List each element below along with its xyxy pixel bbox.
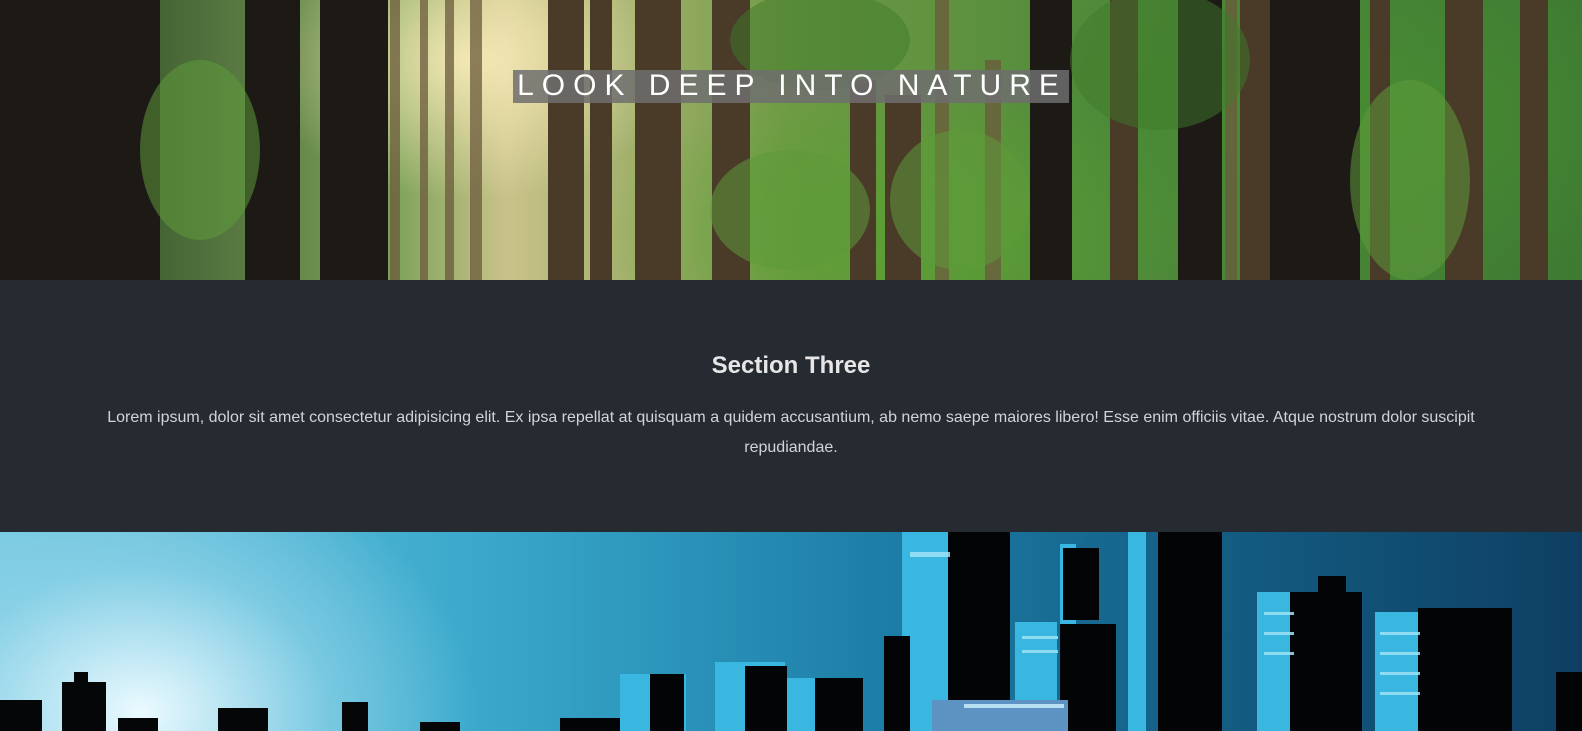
section-heading: Section Three <box>711 352 871 379</box>
hero-title-wrapper: LOOK DEEP INTO NATURE <box>0 70 1582 103</box>
city-hero <box>0 532 1582 731</box>
forest-image <box>0 0 1548 280</box>
hero-title: LOOK DEEP INTO NATURE <box>513 70 1069 103</box>
city-skyline-image <box>0 532 1582 731</box>
page: LOOK DEEP INTO NATURE Section Three Lore… <box>0 0 1582 731</box>
section-body-text: Lorem ipsum, dolor sit amet consectetur … <box>107 409 1475 456</box>
section-three: Section Three Lorem ipsum, dolor sit ame… <box>0 280 1582 532</box>
forest-hero: LOOK DEEP INTO NATURE <box>0 0 1582 280</box>
